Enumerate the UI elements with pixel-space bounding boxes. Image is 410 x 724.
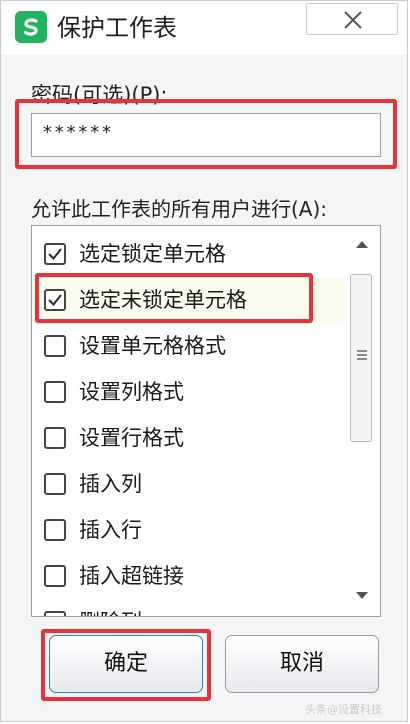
checkbox-format-columns[interactable] — [44, 381, 66, 403]
checkmark-icon — [48, 248, 62, 261]
checkbox-format-rows[interactable] — [44, 427, 66, 449]
close-button[interactable] — [306, 3, 398, 35]
list-item-label: 设置列格式 — [79, 380, 184, 404]
checkbox-select-locked-cells[interactable] — [44, 243, 66, 265]
list-item-insert-columns[interactable]: 插入列 — [32, 462, 344, 508]
checkbox-insert-hyperlinks[interactable] — [44, 565, 66, 587]
scroll-thumb[interactable] — [350, 274, 372, 442]
list-item-format-columns[interactable]: 设置列格式 — [32, 370, 344, 416]
permissions-list-items: 选定锁定单元格 选定未锁定单元格 设置单元格格式 设置列格式 设置行格式 插入列… — [32, 226, 344, 616]
list-item-label: 选定锁定单元格 — [79, 242, 226, 266]
dialog-title: 保护工作表 — [57, 14, 177, 42]
list-item-format-rows[interactable]: 设置行格式 — [32, 416, 344, 462]
checkbox-format-cells[interactable] — [44, 335, 66, 357]
scroll-down-button[interactable] — [344, 580, 380, 610]
ok-button[interactable]: 确定 — [49, 635, 203, 693]
checkbox-select-unlocked-cells[interactable] — [44, 289, 66, 311]
list-item-delete-columns[interactable]: 删除列 — [32, 600, 344, 616]
cancel-button[interactable]: 取消 — [225, 635, 379, 693]
title-bar: 保护工作表 — [1, 1, 407, 55]
checkbox-delete-columns[interactable] — [44, 611, 66, 616]
password-field[interactable]: ****** — [31, 113, 381, 157]
list-item-label: 插入列 — [79, 472, 142, 496]
checkmark-icon — [48, 294, 62, 307]
list-item-label: 设置单元格格式 — [79, 334, 226, 358]
checkbox-insert-rows[interactable] — [44, 519, 66, 541]
list-item-label: 删除列 — [79, 608, 142, 616]
chevron-down-icon — [356, 592, 368, 599]
close-icon — [344, 11, 362, 29]
list-item-insert-hyperlinks[interactable]: 插入超链接 — [32, 554, 344, 600]
checkbox-insert-columns[interactable] — [44, 473, 66, 495]
list-item-format-cells[interactable]: 设置单元格格式 — [32, 324, 344, 370]
chevron-up-icon — [356, 241, 368, 248]
wps-spreadsheet-icon — [15, 11, 47, 43]
permissions-label: 允许此工作表的所有用户进行(A): — [31, 197, 328, 221]
list-scrollbar[interactable] — [344, 226, 380, 616]
list-item-label: 设置行格式 — [79, 426, 184, 450]
list-item-select-locked-cells[interactable]: 选定锁定单元格 — [32, 232, 344, 278]
list-item-label: 插入超链接 — [79, 564, 184, 588]
permissions-list[interactable]: 选定锁定单元格 选定未锁定单元格 设置单元格格式 设置列格式 设置行格式 插入列… — [31, 225, 381, 617]
password-label: 密码(可选)(P): — [31, 83, 168, 107]
scroll-up-button[interactable] — [344, 230, 380, 260]
watermark: 头条@设置科技 — [305, 703, 382, 716]
grip-icon — [357, 350, 367, 360]
list-item-select-unlocked-cells[interactable]: 选定未锁定单元格 — [32, 278, 344, 324]
list-item-label: 插入行 — [79, 518, 142, 542]
list-item-label: 选定未锁定单元格 — [79, 288, 247, 312]
protect-sheet-dialog: 保护工作表 密码(可选)(P): ****** 允许此工作表的所有用户进行(A)… — [0, 0, 408, 722]
list-item-insert-rows[interactable]: 插入行 — [32, 508, 344, 554]
